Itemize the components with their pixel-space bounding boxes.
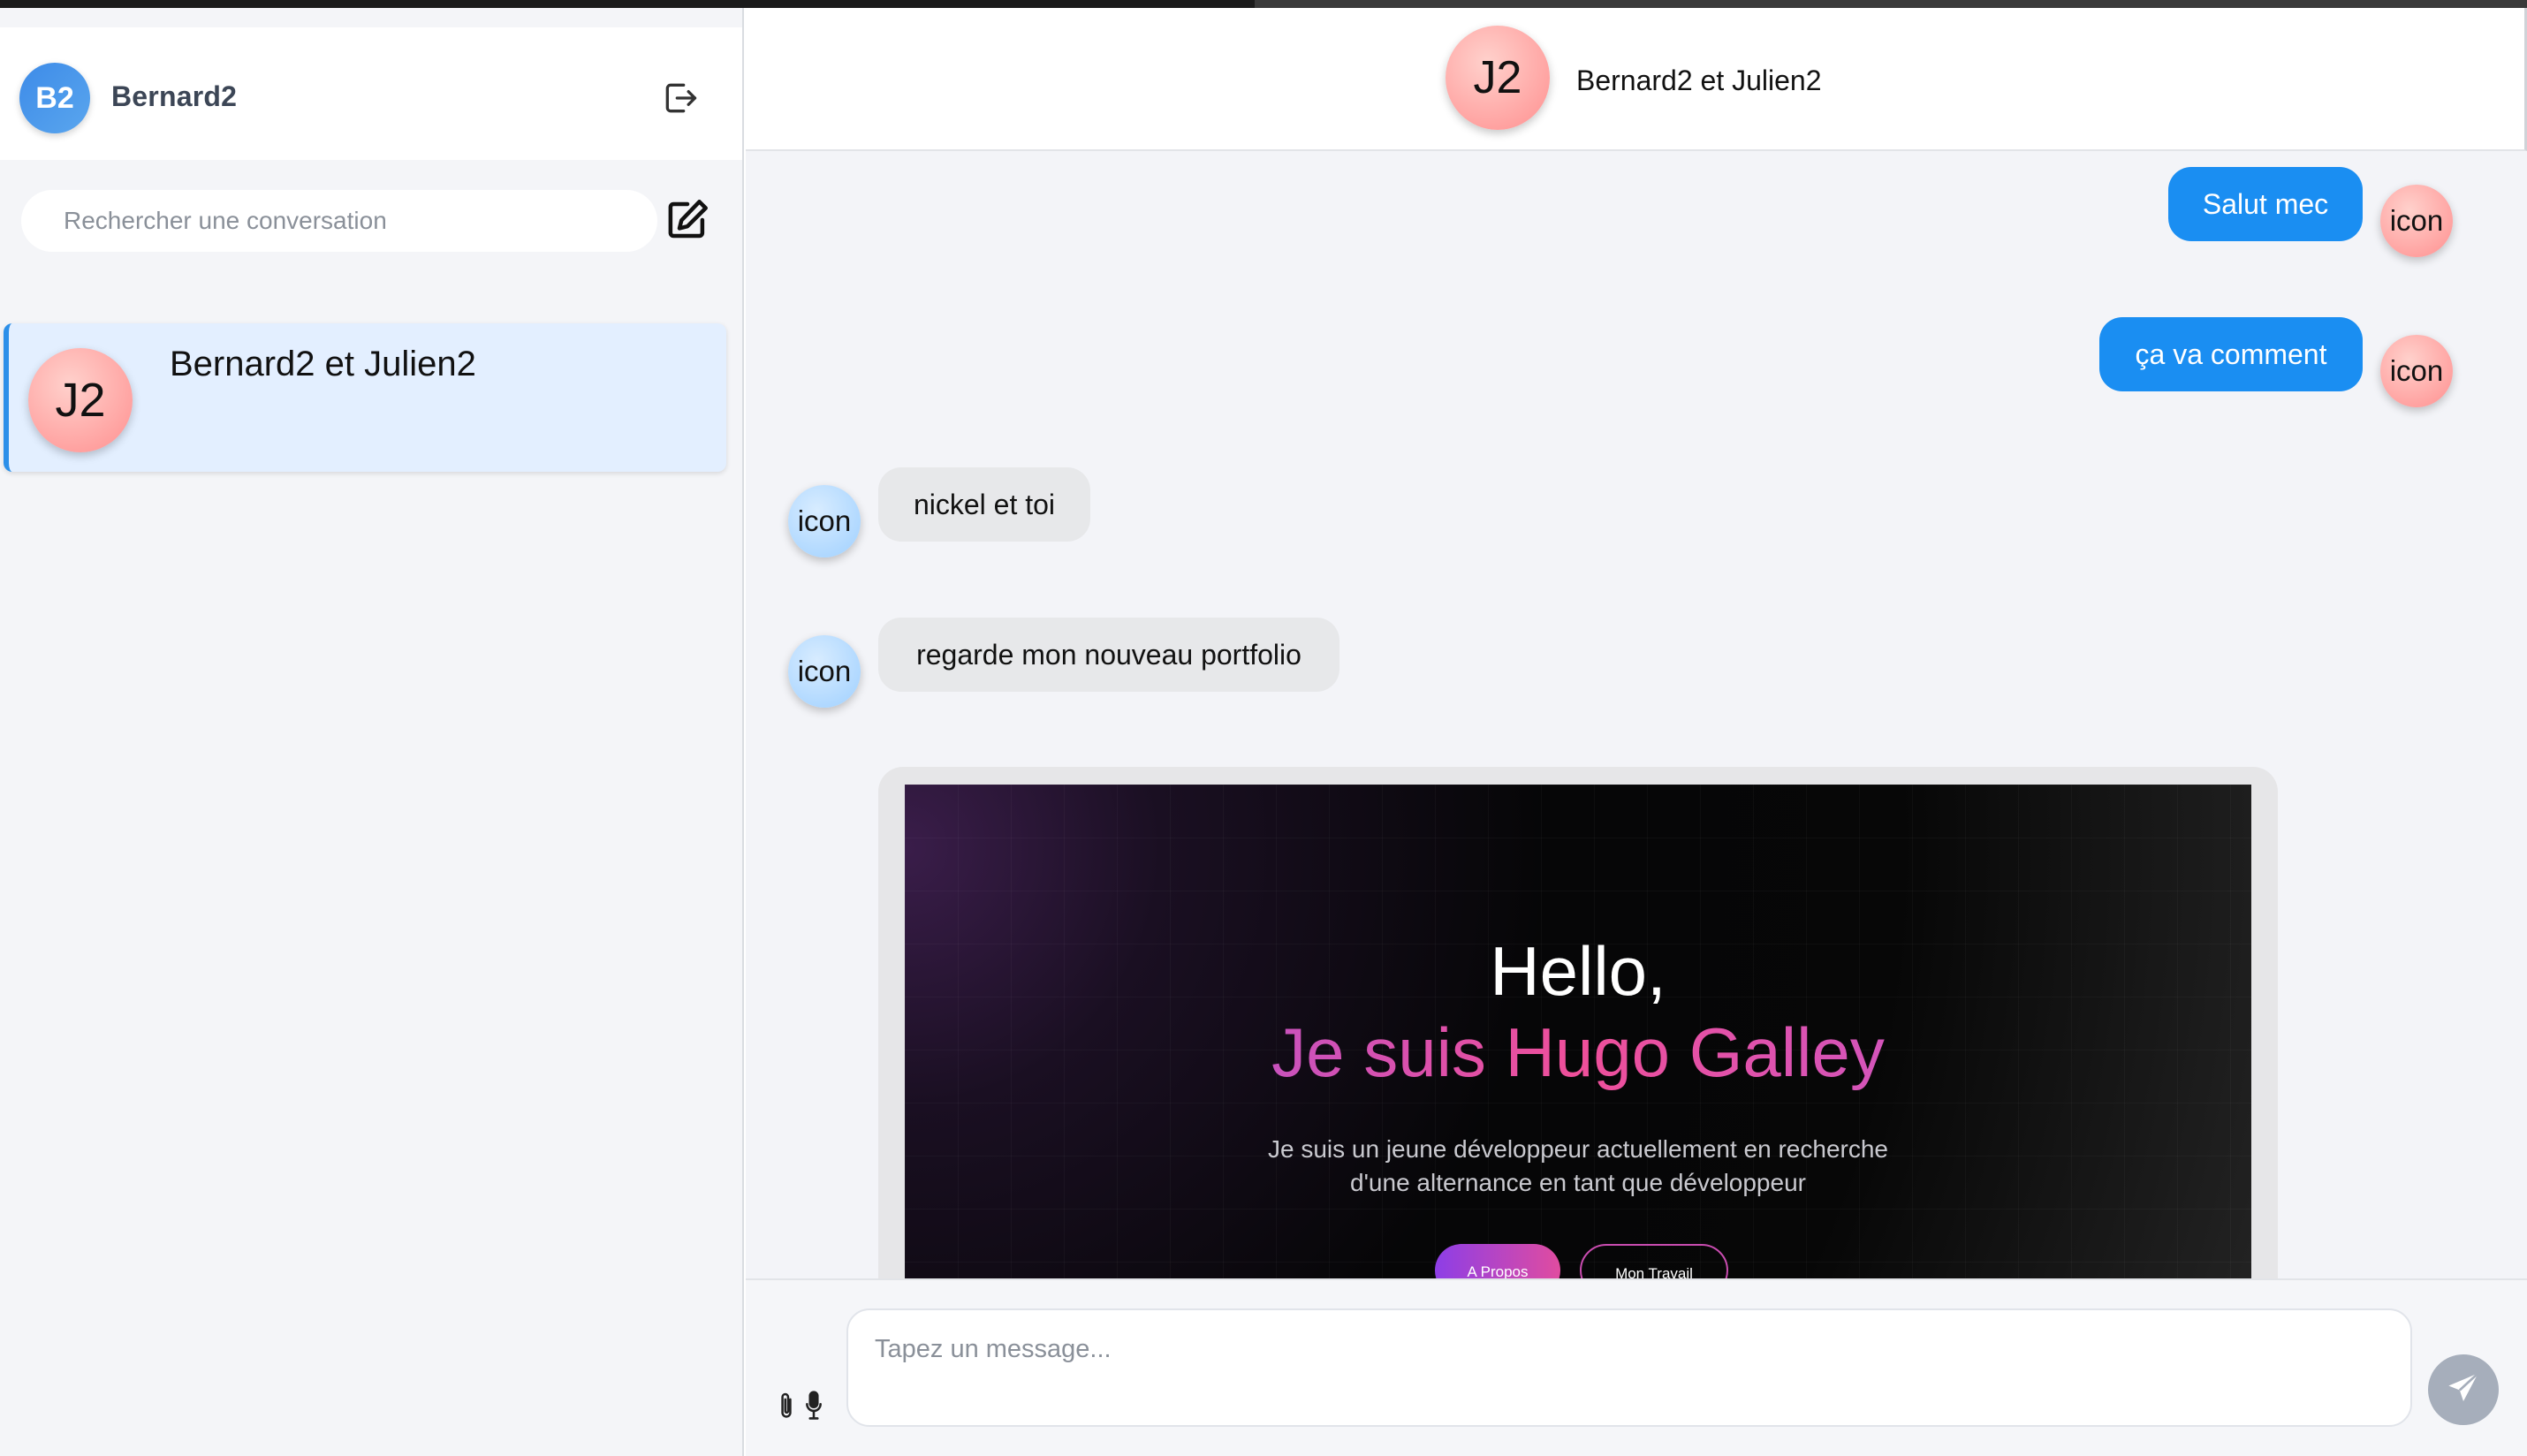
chat-title: Bernard2 et Julien2	[1576, 64, 1822, 96]
user-avatar[interactable]: B2	[19, 63, 90, 133]
sidebar-header: B2 Bernard2	[0, 27, 742, 160]
chat-avatar[interactable]: J2	[1446, 26, 1550, 130]
portfolio-screenshot: Hello, Je suis Hugo Galley Je suis un je…	[905, 785, 2251, 1278]
conversation-avatar: J2	[28, 348, 133, 452]
portfolio-about-button: A Propos	[1435, 1244, 1560, 1278]
sender-avatar: icon	[2380, 185, 2453, 257]
message-field	[846, 1308, 2412, 1427]
voice-button[interactable]	[802, 1390, 825, 1425]
portfolio-description-line: Je suis un jeune développeur actuellemen…	[1267, 1135, 1888, 1163]
message-composer	[746, 1278, 2527, 1456]
new-conversation-button[interactable]	[663, 197, 712, 246]
chat-header: J2 Bernard2 et Julien2	[746, 8, 2527, 151]
microphone-icon	[804, 1390, 823, 1425]
portfolio-work-button: Mon Travail	[1580, 1244, 1728, 1278]
message-list[interactable]: Salut mec icon ça va comment icon icon n…	[746, 151, 2527, 1278]
sidebar: B2 Bernard2 J2 Bernard2 et Julien2	[0, 8, 744, 1456]
portfolio-hello: Hello,	[1490, 932, 1666, 1010]
portfolio-description: Je suis un jeune développeur actuellemen…	[905, 1133, 2251, 1200]
outgoing-message: Salut mec	[2168, 167, 2363, 241]
conversation-search	[21, 190, 657, 252]
portfolio-preview-card[interactable]: Hello, Je suis Hugo Galley Je suis un je…	[878, 767, 2278, 1278]
logout-button[interactable]	[659, 79, 702, 121]
conversation-item[interactable]: J2 Bernard2 et Julien2	[4, 323, 726, 472]
incoming-message: regarde mon nouveau portfolio	[878, 618, 1339, 692]
incoming-message: nickel et toi	[878, 467, 1090, 542]
logout-icon	[661, 79, 700, 122]
window-top-bar-right	[1255, 0, 2527, 8]
compose-icon	[664, 196, 711, 248]
paperclip-icon	[778, 1392, 795, 1424]
search-input[interactable]	[21, 190, 657, 252]
window-top-bar	[0, 0, 1255, 8]
send-icon	[2446, 1370, 2481, 1410]
recipient-avatar: icon	[788, 635, 861, 708]
outgoing-message: ça va comment	[2099, 317, 2363, 391]
portfolio-description-line: d'une alternance en tant que développeur	[1350, 1169, 1806, 1196]
sender-avatar: icon	[2380, 335, 2453, 407]
send-button[interactable]	[2428, 1354, 2499, 1425]
portfolio-name: Je suis Hugo Galley	[905, 1012, 2251, 1093]
recipient-avatar: icon	[788, 485, 861, 557]
conversation-title: Bernard2 et Julien2	[170, 345, 476, 383]
user-name: Bernard2	[111, 80, 238, 112]
message-input[interactable]	[848, 1310, 2410, 1425]
attach-button[interactable]	[776, 1392, 797, 1423]
